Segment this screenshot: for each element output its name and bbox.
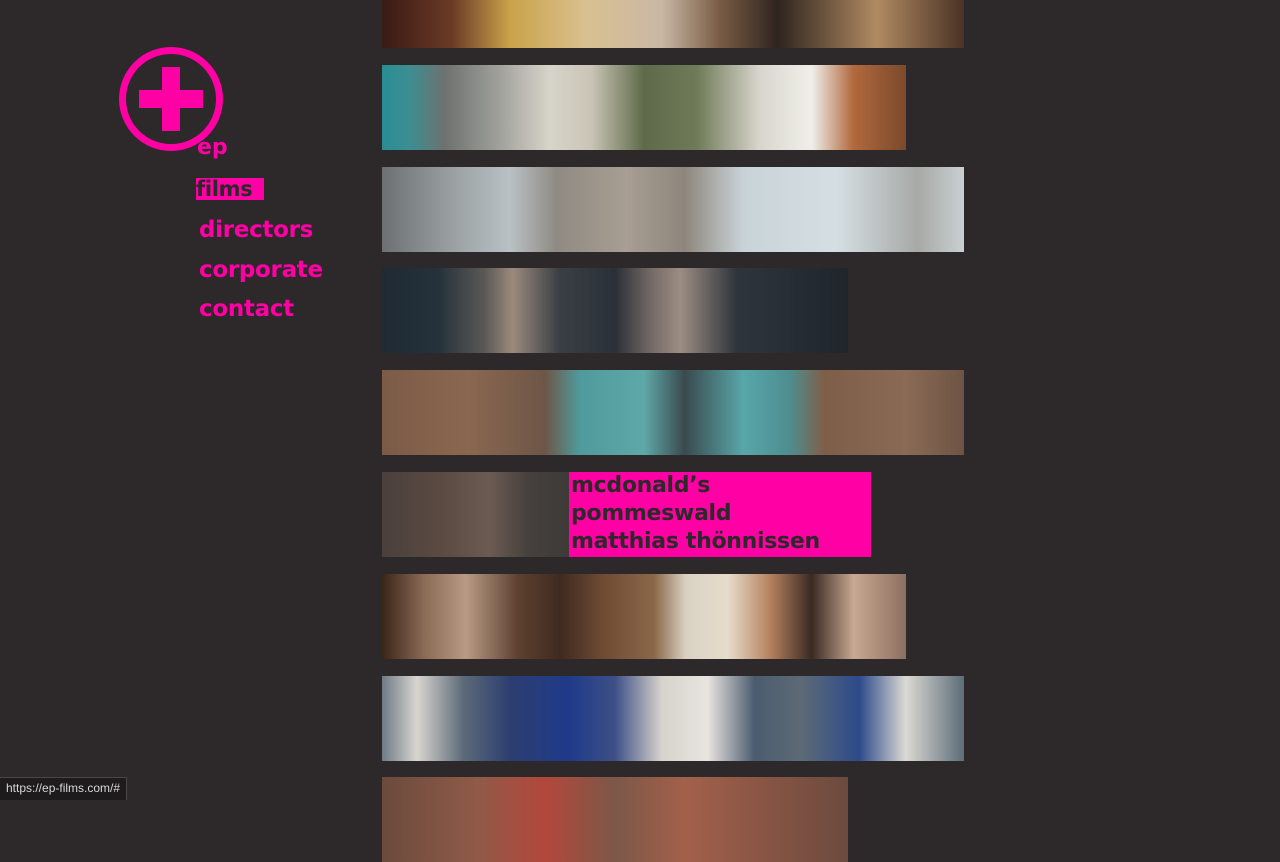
film-tile[interactable]	[382, 574, 906, 659]
film-title: pommeswald	[571, 501, 732, 526]
film-tile[interactable]	[382, 370, 964, 455]
film-tile[interactable]	[382, 268, 848, 353]
nav-item-directors[interactable]: directors	[196, 217, 323, 243]
nav-item-contact[interactable]: contact	[196, 296, 323, 322]
logo-plus-vertical	[162, 67, 180, 131]
film-tile[interactable]	[382, 0, 964, 48]
film-client: mcdonald’s	[571, 473, 711, 498]
film-thumbnail	[382, 167, 964, 252]
film-tile[interactable]: mcdonald’s pommeswald matthias thönnisse…	[382, 472, 871, 557]
main-nav: films directors corporate contact	[196, 178, 323, 336]
film-thumbnail	[382, 370, 964, 455]
nav-item-corporate[interactable]: corporate	[196, 257, 323, 283]
film-thumbnail	[382, 777, 848, 862]
film-thumbnail	[382, 268, 848, 353]
film-tile[interactable]	[382, 167, 964, 252]
browser-status-bar: https://ep-films.com/#	[0, 777, 128, 800]
film-thumbnail	[382, 574, 906, 659]
film-tile[interactable]	[382, 676, 964, 761]
film-hover-overlay[interactable]: mcdonald’s pommeswald matthias thönnisse…	[569, 472, 871, 557]
film-tile[interactable]	[382, 65, 906, 150]
logo-text[interactable]: ep	[197, 135, 228, 161]
film-tile[interactable]	[382, 777, 848, 862]
film-director: matthias thönnissen	[571, 529, 820, 554]
film-thumbnail	[382, 65, 906, 150]
film-thumbnail	[382, 676, 964, 761]
nav-item-films[interactable]: films	[196, 178, 264, 200]
film-thumbnail	[382, 0, 964, 48]
